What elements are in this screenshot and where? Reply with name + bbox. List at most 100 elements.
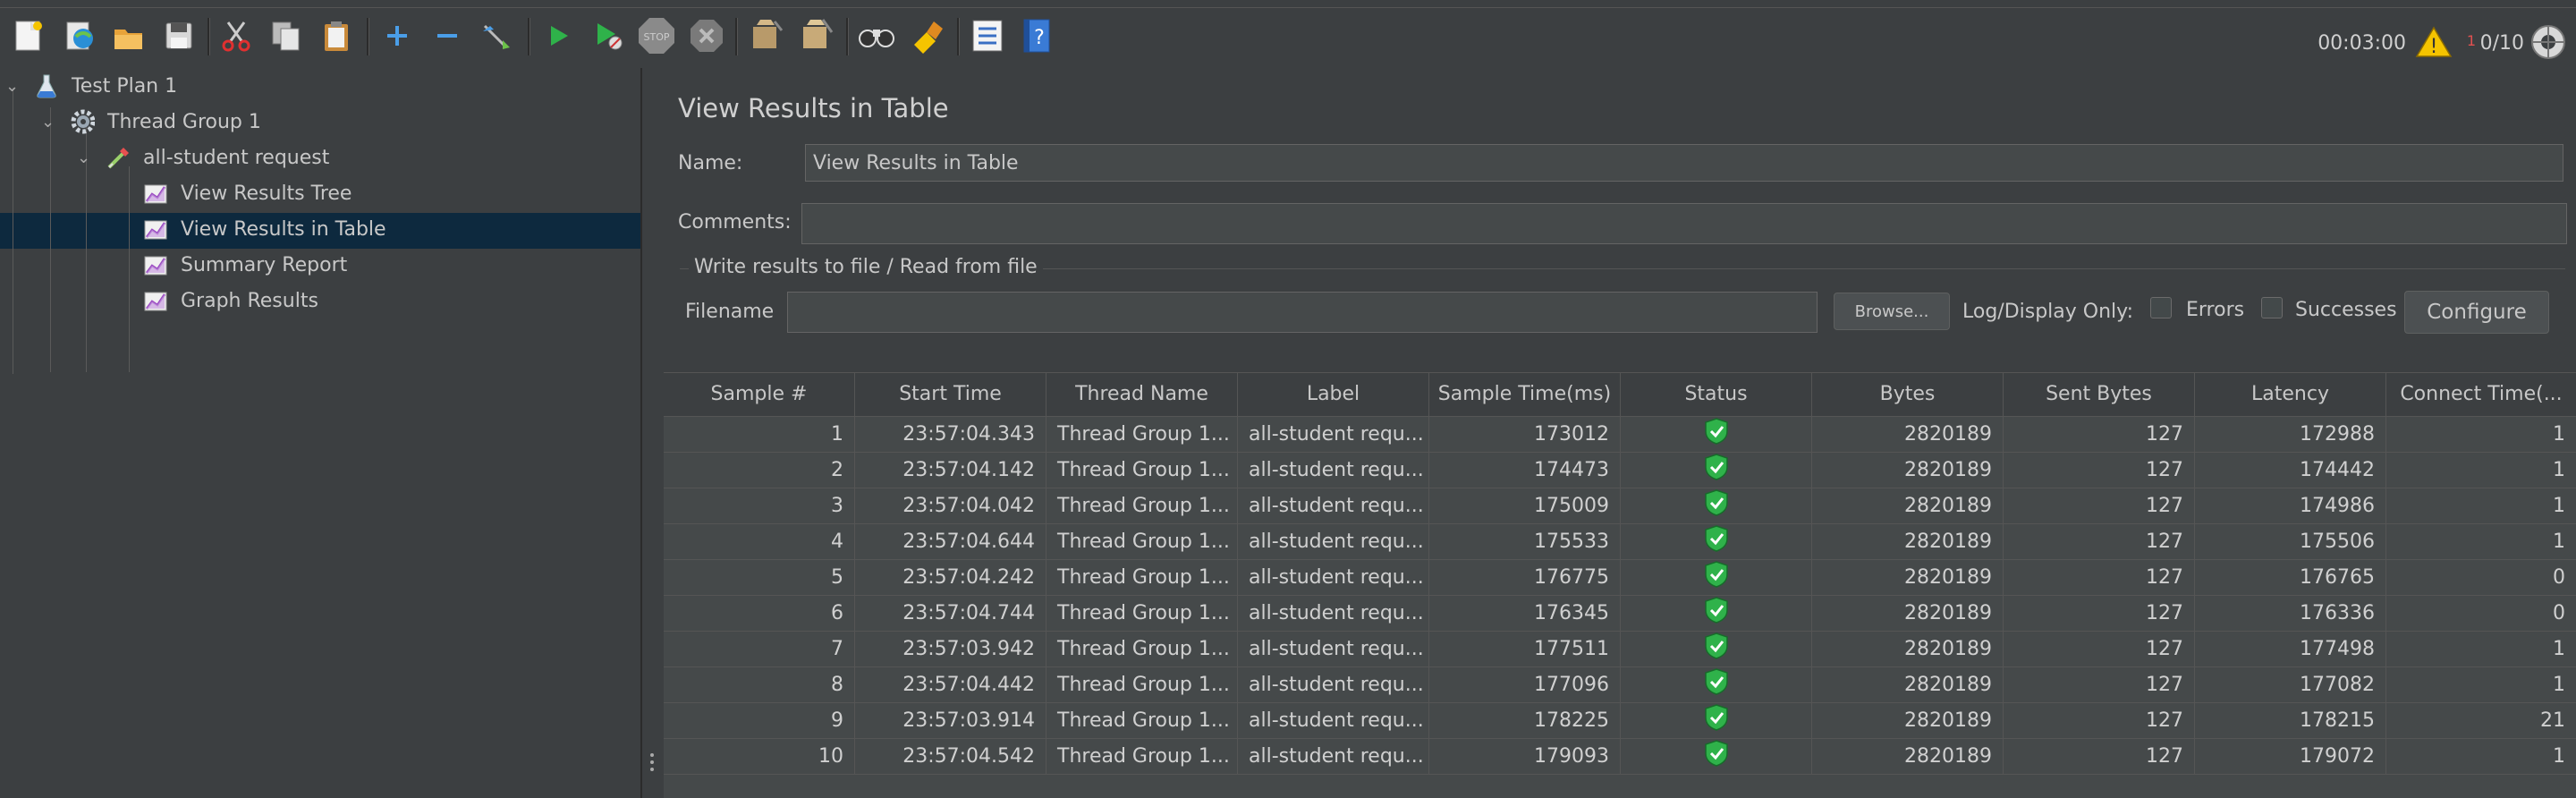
table-cell: 127 <box>2004 560 2195 596</box>
success-shield-icon <box>1704 453 1729 488</box>
filename-label: Filename <box>685 301 775 323</box>
tree-node-test-plan[interactable]: ⌄ Test Plan 1 <box>5 68 177 104</box>
table-cell: 1 <box>2553 745 2565 768</box>
table-row[interactable]: 10 23:57:04.542 Thread Group 1... all-stude… <box>664 739 2576 775</box>
tree-node-summary-report[interactable]: Summary Report <box>143 247 347 283</box>
table-cell: 176775 <box>1429 560 1621 596</box>
tree-guide-line <box>129 166 130 372</box>
cut-icon[interactable] <box>216 16 256 55</box>
help-icon[interactable]: ? <box>1018 16 1057 55</box>
table-cell: 176345 <box>1429 596 1621 632</box>
open-icon[interactable] <box>109 16 148 55</box>
table-cell: 23:57:04.042 <box>855 488 1046 524</box>
table-cell: 0 <box>2553 566 2565 589</box>
table-header: Sample # Start Time Thread Name Label Sa… <box>664 372 2576 417</box>
clear-icon[interactable] <box>746 16 785 55</box>
configure-button[interactable]: Configure <box>2404 291 2549 334</box>
stop-icon[interactable]: STOP <box>637 16 676 55</box>
remote-engines-icon[interactable] <box>2529 23 2567 66</box>
table-cell: 23:57:03.942 <box>855 632 1046 667</box>
table-row[interactable]: 8 23:57:04.442 Thread Group 1... all-studen… <box>664 667 2576 703</box>
column-header[interactable]: Latency <box>2195 373 2386 416</box>
shutdown-icon[interactable] <box>687 16 726 55</box>
table-row[interactable]: 1 23:57:04.343 Thread Group 1... all-studen… <box>664 417 2576 453</box>
chevron-down-icon[interactable]: ⌄ <box>77 149 93 167</box>
status-cell: success <box>1621 453 1812 488</box>
table-cell: 127 <box>2004 739 2195 775</box>
column-header[interactable]: Sample Time(ms) <box>1429 373 1621 416</box>
table-row[interactable]: 3 23:57:04.042 Thread Group 1... all-studen… <box>664 488 2576 524</box>
paste-icon[interactable] <box>317 16 356 55</box>
successes-checkbox[interactable] <box>2261 297 2283 318</box>
comments-field[interactable] <box>801 203 2567 244</box>
table-cell: 127 <box>2004 632 2195 667</box>
table-cell: 178225 <box>1429 703 1621 739</box>
table-cell: 1 <box>2553 531 2565 553</box>
table-row[interactable]: 2 23:57:04.142 Thread Group 1... all-studen… <box>664 453 2576 488</box>
table-row[interactable]: 5 23:57:04.242 Thread Group 1... all-studen… <box>664 560 2576 596</box>
table-row[interactable]: 4 23:57:04.644 Thread Group 1... all-studen… <box>664 524 2576 560</box>
table-cell: 127 <box>2004 453 2195 488</box>
table-cell: Thread Group 1... <box>1046 632 1238 667</box>
success-shield-icon <box>1704 632 1729 667</box>
expand-icon[interactable] <box>377 16 417 55</box>
save-icon[interactable] <box>159 16 199 55</box>
chevron-down-icon[interactable]: ⌄ <box>41 113 57 132</box>
panel-splitter[interactable] <box>641 68 664 798</box>
filename-input[interactable] <box>787 292 1818 333</box>
tree-node-view-results-in-table[interactable]: View Results in Table <box>143 211 386 247</box>
tree-node-thread-group[interactable]: ⌄ Thread Group 1 <box>41 104 261 140</box>
clear-all-icon[interactable] <box>796 16 835 55</box>
column-header[interactable]: Bytes <box>1812 373 2004 416</box>
svg-text:!: ! <box>2430 36 2438 58</box>
tree-node-http-request[interactable]: ⌄ all-student request <box>77 140 329 175</box>
table-cell: all-student requ... <box>1238 524 1429 560</box>
tree-node-label: all-student request <box>143 146 330 169</box>
table-row[interactable]: 9 23:57:03.914 Thread Group 1... all-studen… <box>664 703 2576 739</box>
table-cell: 8 <box>664 667 855 703</box>
warning-icon[interactable]: ! <box>2415 25 2453 64</box>
column-header[interactable]: Start Time <box>855 373 1046 416</box>
table-row[interactable]: 6 23:57:04.744 Thread Group 1... all-studen… <box>664 596 2576 632</box>
tree-node-view-results-tree[interactable]: View Results Tree <box>143 175 352 211</box>
browse-button[interactable]: Browse... <box>1834 293 1950 330</box>
copy-icon[interactable] <box>267 16 306 55</box>
success-shield-icon <box>1704 739 1729 775</box>
reset-search-icon[interactable] <box>907 16 946 55</box>
comments-label: Comments: <box>678 211 792 233</box>
table-cell: 179093 <box>1429 739 1621 775</box>
svg-text:STOP: STOP <box>644 31 670 43</box>
start-no-pauses-icon[interactable] <box>589 16 628 55</box>
table-cell: 2820189 <box>1812 453 2004 488</box>
table-cell: 1 <box>2553 423 2565 446</box>
function-helper-icon[interactable] <box>968 16 1007 55</box>
tree-node-graph-results[interactable]: Graph Results <box>143 283 318 318</box>
errors-checkbox[interactable] <box>2150 297 2172 318</box>
column-header[interactable]: Sent Bytes <box>2004 373 2195 416</box>
table-cell: Thread Group 1... <box>1046 667 1238 703</box>
table-cell: Thread Group 1... <box>1046 524 1238 560</box>
new-icon[interactable] <box>9 16 48 55</box>
table-cell: all-student requ... <box>1238 667 1429 703</box>
chevron-down-icon[interactable]: ⌄ <box>5 77 21 96</box>
column-header[interactable]: Thread Name <box>1046 373 1238 416</box>
name-field[interactable] <box>805 144 2563 182</box>
success-shield-icon <box>1704 560 1729 596</box>
success-shield-icon <box>1704 703 1729 739</box>
search-icon[interactable] <box>857 16 896 55</box>
column-header[interactable]: Sample # <box>664 373 855 416</box>
column-header[interactable]: Label <box>1238 373 1429 416</box>
templates-icon[interactable] <box>59 16 98 55</box>
collapse-icon[interactable] <box>428 16 467 55</box>
flask-icon <box>34 73 59 98</box>
column-header[interactable]: Connect Time(... <box>2386 373 2576 416</box>
table-cell: 174442 <box>2195 453 2386 488</box>
column-header[interactable]: Status <box>1621 373 1812 416</box>
table-cell: 2820189 <box>1812 524 2004 560</box>
table-cell: 21 <box>2540 709 2565 732</box>
table-row[interactable]: 7 23:57:03.942 Thread Group 1... all-studen… <box>664 632 2576 667</box>
table-cell: 23:57:04.542 <box>855 739 1046 775</box>
success-shield-icon <box>1704 524 1729 560</box>
start-icon[interactable] <box>538 16 578 55</box>
toggle-icon[interactable] <box>478 16 517 55</box>
